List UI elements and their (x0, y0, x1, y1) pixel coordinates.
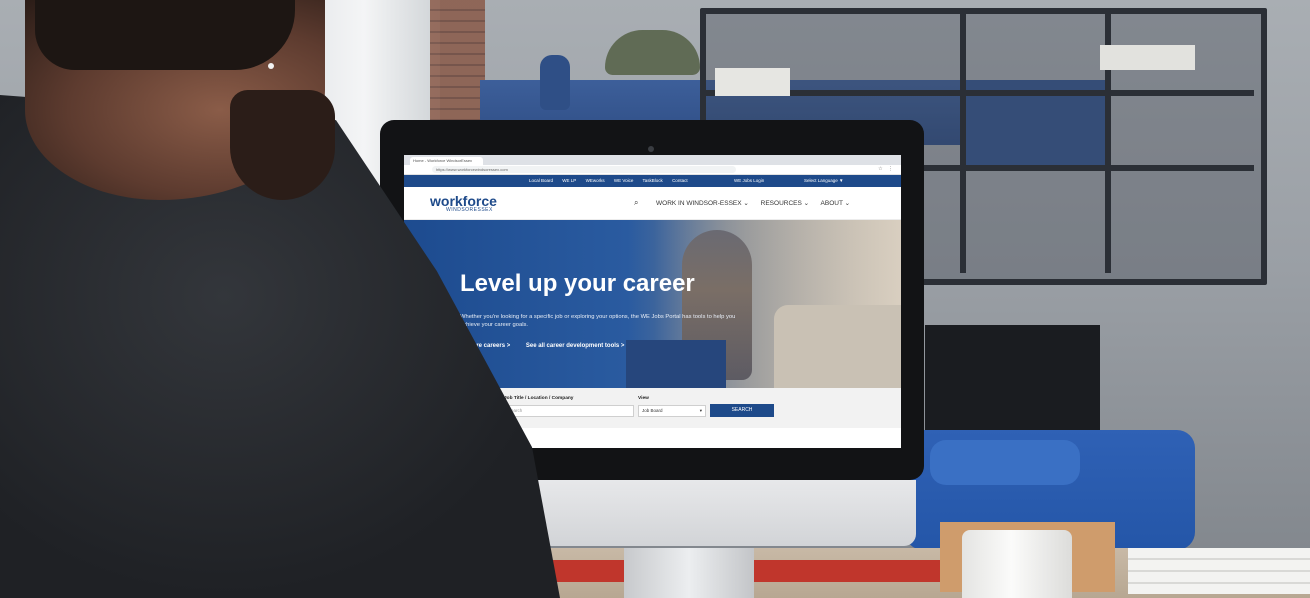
browser-toolbar-icons[interactable]: ☆ ⋮ (878, 166, 895, 172)
vase (540, 55, 570, 110)
camera-icon (648, 146, 654, 152)
person-hair (35, 0, 295, 70)
shelf-box (1100, 45, 1195, 70)
hero-sofa (774, 305, 901, 388)
url-field[interactable]: https://www.workforcewindsoressex.com (432, 166, 736, 173)
utility-bar: Local Board WE LP WEworks WE Voice TaskB… (404, 175, 901, 187)
hero-title: Level up your career (460, 270, 695, 297)
hero-links: Explore careers > See all career develop… (460, 343, 638, 349)
utility-link-taskblock[interactable]: TaskBlock (643, 178, 663, 183)
monitor-stand (624, 548, 754, 598)
utility-links: Local Board WE LP WEworks WE Voice TaskB… (529, 175, 696, 187)
view-label: View (638, 396, 649, 401)
nav-item-resources[interactable]: RESOURCES ⌄ (761, 200, 809, 207)
utility-link-weworks[interactable]: WEworks (586, 178, 605, 183)
stack-of-books (1128, 548, 1310, 594)
shelf-box (715, 68, 790, 96)
search-button[interactable]: SEARCH (710, 404, 774, 417)
person-head (25, 0, 335, 200)
nav-item-work-in-windsor-essex[interactable]: WORK IN WINDSOR-ESSEX ⌄ (656, 200, 749, 207)
career-tools-link[interactable]: See all career development tools > (526, 343, 625, 349)
coffee-mug (962, 530, 1072, 598)
utility-link-local-board[interactable]: Local Board (529, 178, 553, 183)
utility-link-we-lp[interactable]: WE LP (562, 178, 576, 183)
hero-description: Whether you're looking for a specific jo… (460, 314, 736, 328)
chevron-down-icon: ▾ (699, 408, 702, 413)
earring (268, 63, 274, 69)
browser-tab-strip: Home - Workforce WindsorEssex (404, 155, 901, 165)
main-navbar: workforce WINDSORESSEX ⌕ WORK IN WINDSOR… (404, 187, 901, 220)
site-logo-subtitle: WINDSORESSEX (446, 207, 493, 213)
person-beard (230, 90, 335, 200)
search-query-label: Job Title / Location / Company (504, 396, 574, 401)
utility-link-contact[interactable]: Contact (672, 178, 688, 183)
sofa-cushion (930, 440, 1080, 485)
hero-laptop (626, 340, 726, 388)
nav-menu: WORK IN WINDSOR-ESSEX ⌄ RESOURCES ⌄ ABOU… (656, 199, 860, 207)
browser-tab[interactable]: Home - Workforce WindsorEssex (410, 157, 483, 165)
search-input[interactable]: Search (504, 405, 634, 417)
login-link[interactable]: WE Jobs Login (734, 175, 764, 187)
nav-item-about[interactable]: ABOUT ⌄ (821, 200, 851, 207)
browser-address-bar: https://www.workforcewindsoressex.com ☆ … (404, 165, 901, 175)
shelf-post (960, 8, 966, 273)
view-select-value: Job Board (642, 408, 663, 413)
language-select[interactable]: Select Language ▼ (804, 175, 843, 187)
view-select[interactable]: Job Board ▾ (638, 405, 706, 417)
search-icon[interactable]: ⌕ (634, 198, 638, 208)
brick-column (430, 0, 485, 140)
utility-link-we-voice[interactable]: WE Voice (614, 178, 634, 183)
